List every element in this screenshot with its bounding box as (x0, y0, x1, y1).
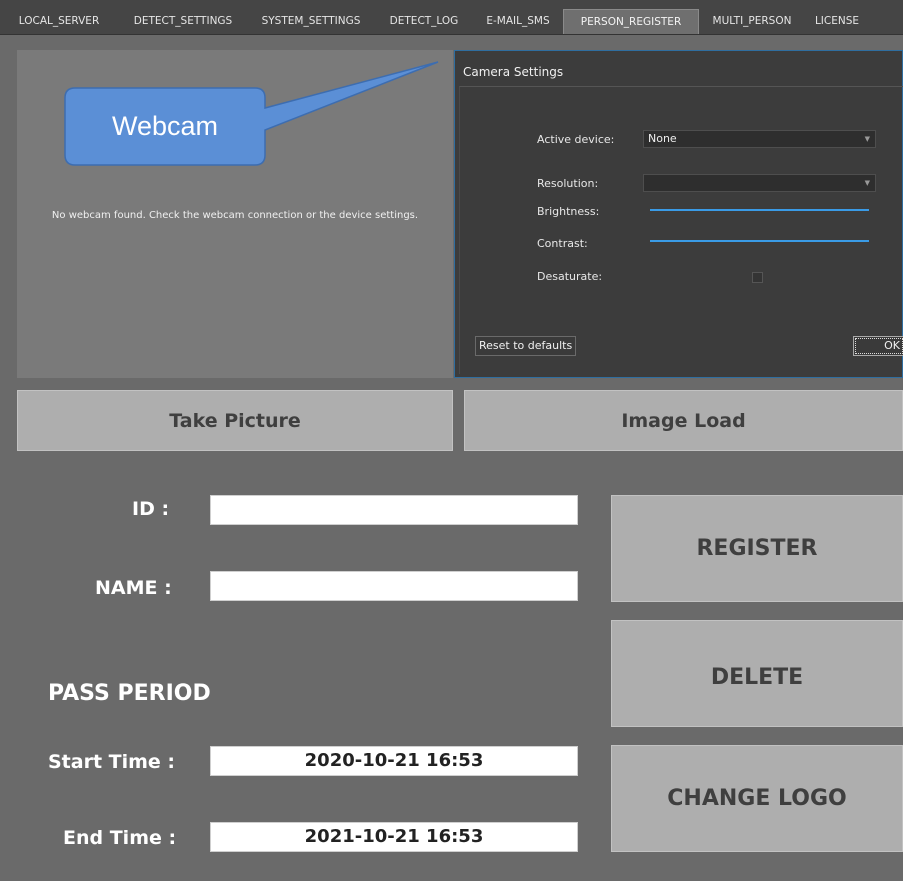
end-time-field[interactable]: 2021-10-21 16:53 (210, 822, 578, 852)
tab-multi-person[interactable]: MULTI_PERSON (699, 9, 805, 34)
resolution-label: Resolution: (537, 177, 599, 190)
name-label: NAME : (95, 577, 172, 599)
webcam-callout-label: Webcam (111, 111, 219, 141)
resolution-select[interactable]: ▼ (643, 174, 876, 192)
tab-detect-log[interactable]: DETECT_LOG (374, 9, 474, 34)
dialog-title: Camera Settings (463, 65, 564, 79)
chevron-down-icon: ▼ (864, 135, 870, 143)
reset-defaults-button[interactable]: Reset to defaults (475, 336, 577, 356)
id-input[interactable] (210, 495, 578, 525)
take-picture-button[interactable]: Take Picture (17, 390, 453, 451)
active-device-select[interactable]: None ▼ (643, 130, 876, 148)
contrast-slider[interactable] (650, 240, 869, 242)
desaturate-label: Desaturate: (537, 270, 603, 283)
change-logo-button[interactable]: CHANGE LOGO (611, 745, 903, 852)
desaturate-checkbox[interactable] (752, 272, 763, 283)
brightness-slider[interactable] (650, 209, 869, 211)
tab-local-server[interactable]: LOCAL_SERVER (0, 9, 118, 34)
end-time-label: End Time : (63, 827, 177, 849)
ok-button[interactable]: OK (853, 336, 903, 356)
tab-system-settings[interactable]: SYSTEM_SETTINGS (248, 9, 374, 34)
image-load-button[interactable]: Image Load (464, 390, 903, 451)
name-input[interactable] (210, 571, 578, 601)
no-webcam-message: No webcam found. Check the webcam connec… (51, 210, 419, 221)
tab-person-register[interactable]: PERSON_REGISTER (563, 9, 699, 34)
active-device-value: None (648, 132, 677, 145)
active-device-label: Active device: (537, 133, 615, 146)
tab-license[interactable]: LICENSE (805, 9, 869, 34)
register-button[interactable]: REGISTER (611, 495, 903, 602)
chevron-down-icon: ▼ (864, 179, 870, 187)
camera-settings-dialog: Camera Settings Active device: None ▼ Re… (454, 50, 903, 378)
tab-bar: LOCAL_SERVER DETECT_SETTINGS SYSTEM_SETT… (0, 0, 903, 35)
start-time-field[interactable]: 2020-10-21 16:53 (210, 746, 578, 776)
pass-period-heading: PASS PERIOD (48, 681, 211, 706)
id-label: ID : (132, 498, 170, 520)
dialog-body: Active device: None ▼ Resolution: ▼ Brig… (459, 86, 903, 374)
contrast-label: Contrast: (537, 237, 588, 250)
tab-email-sms[interactable]: E-MAIL_SMS (474, 9, 562, 34)
delete-button[interactable]: DELETE (611, 620, 903, 727)
brightness-label: Brightness: (537, 205, 600, 218)
tab-detect-settings[interactable]: DETECT_SETTINGS (118, 9, 248, 34)
start-time-label: Start Time : (48, 751, 176, 773)
